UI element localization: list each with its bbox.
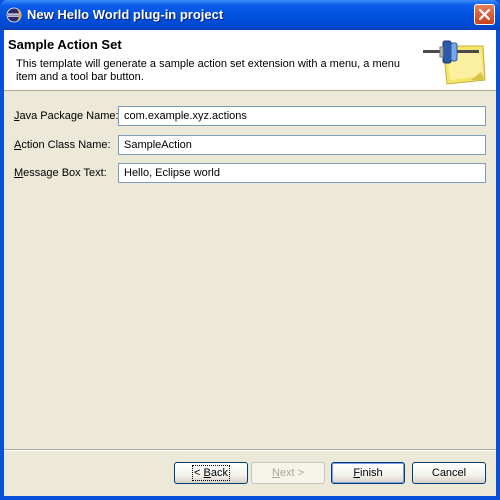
dialog-window: New Hello World plug-in project Sample A…	[0, 0, 500, 500]
message-label: Message Box Text:	[14, 167, 107, 179]
class-name-input[interactable]	[118, 135, 486, 155]
message-text-input[interactable]	[118, 163, 486, 183]
page-description: This template will generate a sample act…	[16, 58, 400, 83]
page-title: Sample Action Set	[8, 37, 122, 52]
package-label: Java Package Name:	[14, 110, 119, 122]
class-label: Action Class Name:	[14, 139, 111, 151]
title-bar[interactable]: New Hello World plug-in project	[0, 0, 500, 30]
back-button[interactable]: < Back	[174, 462, 248, 484]
close-icon	[478, 8, 491, 21]
message-row: Message Box Text:	[4, 163, 496, 185]
eclipse-icon	[6, 7, 22, 23]
next-button[interactable]: Next >	[251, 462, 325, 484]
class-row: Action Class Name:	[4, 135, 496, 157]
dialog-body: Sample Action Set This template will gen…	[4, 30, 496, 496]
cancel-button[interactable]: Cancel	[412, 462, 486, 484]
window-title: New Hello World plug-in project	[27, 7, 224, 22]
package-row: Java Package Name:	[4, 106, 496, 128]
wizard-header: Sample Action Set This template will gen…	[4, 30, 496, 91]
button-bar-separator	[4, 449, 496, 451]
finish-button[interactable]: Finish	[331, 462, 405, 484]
package-name-input[interactable]	[118, 106, 486, 126]
close-button[interactable]	[474, 4, 495, 25]
plugin-wizard-icon	[423, 36, 489, 86]
